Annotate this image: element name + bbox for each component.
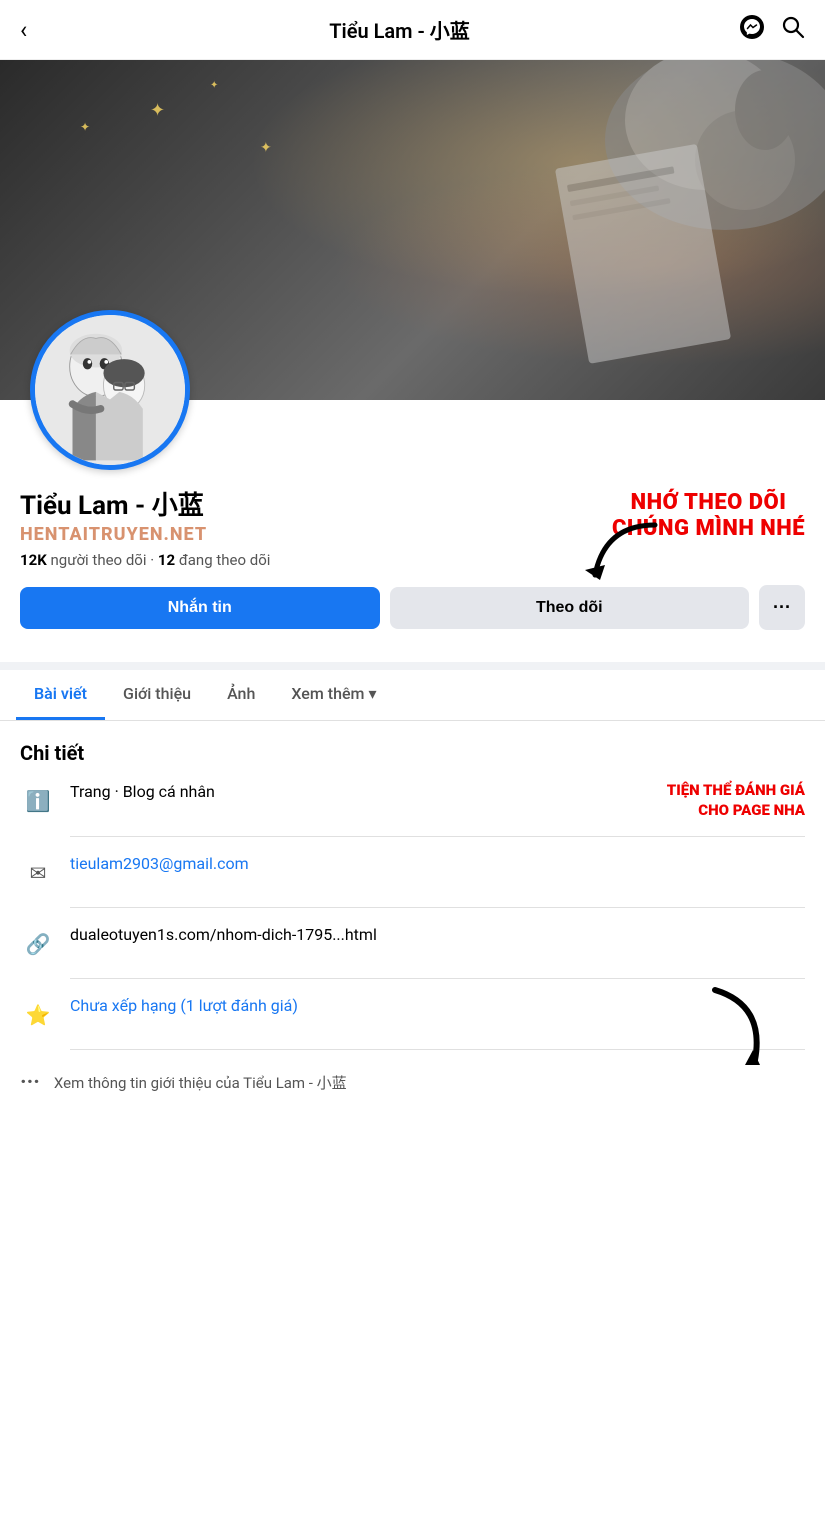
website-text[interactable]: dualeotuyen1s.com/nhom-dich-1795...html: [70, 924, 805, 946]
page-type-text: Trang · Blog cá nhân: [70, 781, 431, 803]
profile-info-section: Tiểu Lam - 小蓝 HENTAITRUYEN.NET 12K người…: [0, 400, 825, 646]
divider-2: [70, 907, 805, 908]
detail-row-website[interactable]: 🔗 dualeotuyen1s.com/nhom-dich-1795...htm…: [20, 924, 805, 962]
tab-about[interactable]: Giới thiệu: [105, 670, 209, 720]
tab-posts[interactable]: Bài viết: [16, 670, 105, 720]
search-icon[interactable]: [781, 15, 805, 45]
messenger-icon[interactable]: [739, 14, 765, 46]
tab-more[interactable]: Xem thêm ▾: [273, 670, 394, 720]
top-navigation: ‹ Tiểu Lam - 小蓝: [0, 0, 825, 60]
tab-photos[interactable]: Ảnh: [209, 670, 273, 720]
rating-arrow: [695, 985, 775, 1079]
link-icon: 🔗: [20, 926, 56, 962]
follow-button[interactable]: Theo dõi: [390, 587, 750, 629]
followers-info: 12K người theo dõi · 12 đang theo dõi: [20, 551, 805, 569]
chevron-down-icon: ▾: [368, 684, 376, 703]
more-options-button[interactable]: ···: [759, 585, 805, 630]
rating-cta-text: TIỆN THỂ ĐÁNH GIÁCHO PAGE NHA: [445, 781, 806, 820]
back-button[interactable]: ‹: [20, 16, 60, 44]
more-info-row[interactable]: ··· Xem thông tin giới thiệu của Tiểu La…: [20, 1066, 805, 1095]
message-button[interactable]: Nhắn tin: [20, 587, 380, 629]
divider-3: [70, 978, 805, 979]
action-buttons-group: Nhắn tin Theo dõi ···: [20, 585, 805, 630]
follow-arrow: [575, 520, 665, 594]
email-text[interactable]: tieulam2903@gmail.com: [70, 853, 805, 875]
detail-row-page-type: ℹ️ Trang · Blog cá nhân TIỆN THỂ ĐÁNH GI…: [20, 781, 805, 820]
more-info-text[interactable]: Xem thông tin giới thiệu của Tiểu Lam - …: [54, 1072, 347, 1093]
email-icon: ✉: [20, 855, 56, 891]
nav-icons-group: [739, 14, 805, 46]
more-dots-icon: ···: [20, 1070, 40, 1095]
details-section: Chi tiết ℹ️ Trang · Blog cá nhân TIỆN TH…: [0, 721, 825, 1115]
info-icon: ℹ️: [20, 783, 56, 819]
cover-section: ✦ ✦ ✦ ✦: [0, 60, 825, 400]
detail-row-rating[interactable]: ⭐ Chưa xếp hạng (1 lượt đánh giá): [20, 995, 805, 1033]
profile-tabs: Bài viết Giới thiệu Ảnh Xem thêm ▾: [0, 662, 825, 721]
page-title: Tiểu Lam - 小蓝: [60, 15, 739, 44]
star-icon: ⭐: [20, 997, 56, 1033]
details-title: Chi tiết: [20, 741, 805, 765]
divider-1: [70, 836, 805, 837]
detail-row-email[interactable]: ✉ tieulam2903@gmail.com: [20, 853, 805, 891]
